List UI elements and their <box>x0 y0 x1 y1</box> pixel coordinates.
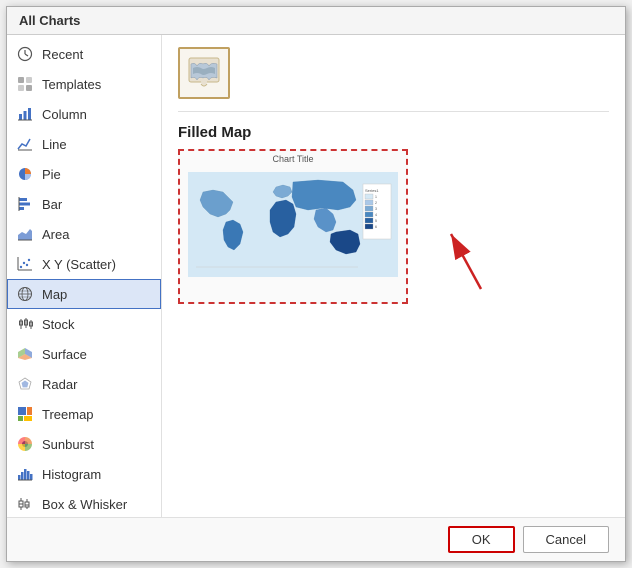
pie-chart-icon <box>16 165 34 183</box>
svg-text:Series1: Series1 <box>365 188 379 193</box>
sidebar-item-line-label: Line <box>42 137 67 152</box>
dialog-body: Recent Templates <box>7 35 625 517</box>
area-chart-icon <box>16 225 34 243</box>
sidebar-item-recent[interactable]: Recent <box>7 39 161 69</box>
insert-chart-dialog: All Charts Recent <box>6 6 626 562</box>
box-chart-icon <box>16 495 34 513</box>
svg-text:2: 2 <box>375 201 377 205</box>
sidebar-item-xy-scatter[interactable]: X Y (Scatter) <box>7 249 161 279</box>
sidebar-item-box-whisker-label: Box & Whisker <box>42 497 127 512</box>
chart-type-name: Filled Map <box>178 124 609 141</box>
map-svg-container: Series1 1 2 3 4 5 6 <box>180 164 406 284</box>
sidebar-item-map-label: Map <box>42 287 67 302</box>
chart-preview-area: Chart Title <box>178 149 609 505</box>
sidebar-item-surface[interactable]: Surface <box>7 339 161 369</box>
svg-text:4: 4 <box>375 213 377 217</box>
svg-text:5: 5 <box>375 219 377 223</box>
sidebar-item-templates[interactable]: Templates <box>7 69 161 99</box>
line-chart-icon <box>16 135 34 153</box>
bar-chart-icon <box>16 195 34 213</box>
sidebar-item-column-label: Column <box>42 107 87 122</box>
treemap-chart-icon <box>16 405 34 423</box>
sidebar-item-treemap[interactable]: Treemap <box>7 399 161 429</box>
sidebar-item-treemap-label: Treemap <box>42 407 94 422</box>
stock-chart-icon <box>16 315 34 333</box>
dialog-footer: OK Cancel <box>7 517 625 561</box>
sidebar-item-templates-label: Templates <box>42 77 101 92</box>
sidebar-item-bar[interactable]: Bar <box>7 189 161 219</box>
chart-title-label: Chart Title <box>180 154 406 164</box>
sidebar-item-recent-label: Recent <box>42 47 83 62</box>
sidebar-item-radar-label: Radar <box>42 377 77 392</box>
world-map-preview: Series1 1 2 3 4 5 6 <box>188 172 398 277</box>
main-content-area: Filled Map Chart Title <box>162 35 625 517</box>
map-chart-icon <box>16 285 34 303</box>
scatter-chart-icon <box>16 255 34 273</box>
column-chart-icon <box>16 105 34 123</box>
sidebar-item-stock[interactable]: Stock <box>7 309 161 339</box>
sidebar-item-line[interactable]: Line <box>7 129 161 159</box>
chart-preview-box: Chart Title <box>178 149 408 304</box>
sidebar-item-bar-label: Bar <box>42 197 62 212</box>
templates-icon <box>16 75 34 93</box>
sidebar-item-column[interactable]: Column <box>7 99 161 129</box>
sidebar-item-pie-label: Pie <box>42 167 61 182</box>
sidebar-item-histogram[interactable]: Histogram <box>7 459 161 489</box>
surface-chart-icon <box>16 345 34 363</box>
ok-button[interactable]: OK <box>448 526 515 553</box>
svg-text:3: 3 <box>375 207 377 211</box>
dialog-title: All Charts <box>7 7 625 35</box>
filled-map-thumb[interactable] <box>178 47 230 99</box>
sidebar-item-radar[interactable]: Radar <box>7 369 161 399</box>
histogram-chart-icon <box>16 465 34 483</box>
pointer-arrow <box>426 219 506 299</box>
radar-chart-icon <box>16 375 34 393</box>
sidebar-item-map[interactable]: Map <box>7 279 161 309</box>
sidebar-item-area[interactable]: Area <box>7 219 161 249</box>
sunburst-chart-icon <box>16 435 34 453</box>
sidebar-item-pie[interactable]: Pie <box>7 159 161 189</box>
sidebar-item-stock-label: Stock <box>42 317 75 332</box>
sidebar-item-box-whisker[interactable]: Box & Whisker <box>7 489 161 517</box>
svg-text:6: 6 <box>375 225 377 229</box>
sidebar-item-area-label: Area <box>42 227 69 242</box>
chart-types-row <box>178 47 609 112</box>
sidebar-item-surface-label: Surface <box>42 347 87 362</box>
sidebar-item-sunburst[interactable]: Sunburst <box>7 429 161 459</box>
cancel-button[interactable]: Cancel <box>523 526 609 553</box>
clock-icon <box>16 45 34 63</box>
sidebar-item-xy-scatter-label: X Y (Scatter) <box>42 257 116 272</box>
chart-type-sidebar: Recent Templates <box>7 35 162 517</box>
sidebar-item-histogram-label: Histogram <box>42 467 101 482</box>
svg-text:1: 1 <box>375 195 377 199</box>
sidebar-item-sunburst-label: Sunburst <box>42 437 94 452</box>
